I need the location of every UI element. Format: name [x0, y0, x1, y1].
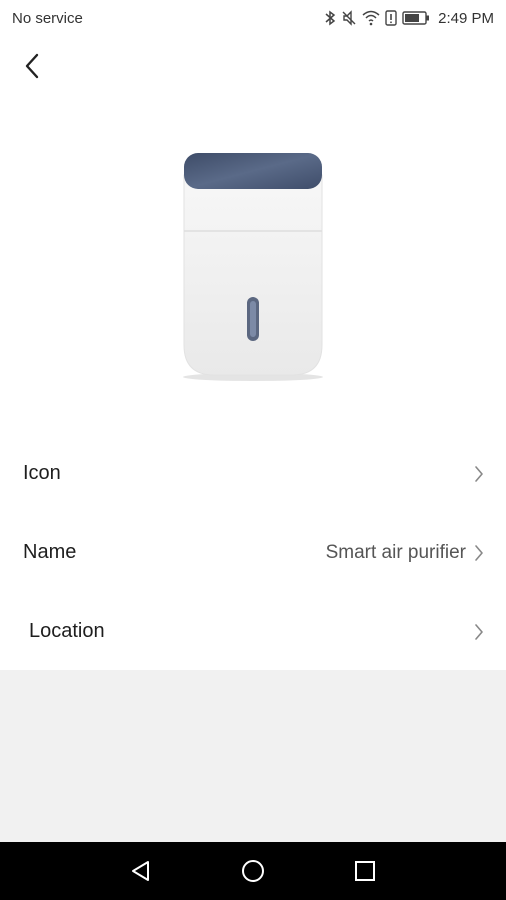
chevron-right-icon: [475, 465, 483, 482]
mute-icon: [341, 10, 357, 26]
location-row-label: Location: [29, 620, 105, 642]
settings-list: Icon Name Smart air purifier Location: [0, 434, 506, 671]
location-row-right: [474, 623, 484, 641]
empty-background-area: [0, 670, 506, 842]
icon-row-right: [474, 465, 484, 483]
status-bar: No service 2:49 PM: [0, 0, 506, 36]
navigation-bar: [0, 842, 506, 900]
sim-alert-icon: [385, 10, 397, 26]
bluetooth-icon: [324, 10, 336, 26]
wifi-icon: [362, 10, 380, 26]
location-setting-row[interactable]: Location: [0, 592, 506, 671]
back-triangle-icon: [132, 861, 149, 881]
name-row-value: Smart air purifier: [325, 541, 466, 563]
icon-row-label: Icon: [23, 462, 61, 484]
device-image: [168, 145, 338, 390]
nav-back-button[interactable]: [85, 842, 197, 900]
name-row-right: Smart air purifier: [326, 542, 484, 564]
chevron-right-icon: [475, 544, 483, 561]
device-settings-screen: No service 2:49 PM Icon Name Smart air p…: [0, 0, 506, 900]
clock-text: 2:49 PM: [438, 9, 494, 27]
icon-setting-row[interactable]: Icon: [0, 434, 506, 513]
name-row-label: Name: [23, 541, 77, 563]
battery-icon: [402, 11, 430, 25]
name-setting-row[interactable]: Name Smart air purifier: [0, 513, 506, 592]
back-button[interactable]: [14, 48, 50, 84]
recents-square-icon: [355, 861, 375, 881]
chevron-left-icon: [25, 53, 39, 79]
status-icons: 2:49 PM: [324, 10, 494, 27]
air-purifier-illustration: [183, 153, 323, 381]
nav-home-button[interactable]: [197, 842, 309, 900]
home-circle-icon: [242, 860, 264, 882]
carrier-text: No service: [12, 9, 83, 27]
chevron-right-icon: [475, 623, 483, 640]
nav-recents-button[interactable]: [309, 842, 421, 900]
